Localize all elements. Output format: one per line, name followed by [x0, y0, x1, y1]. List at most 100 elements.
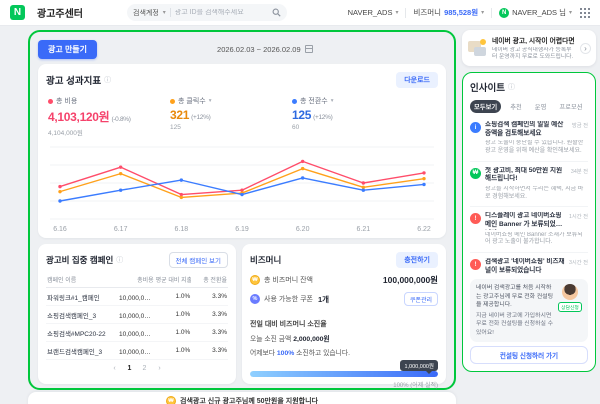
coin-icon: ₩ [250, 275, 260, 285]
consult-banner[interactable]: 네이버 검색광고를 처음 시작하는 광고주님께 무료 전화 컨설팅을 제공합니다… [470, 279, 588, 342]
footer-promo-banner[interactable]: ₩ 검색광고 신규 광고주님께 50만원을 지원합니다 [28, 392, 456, 404]
info-icon[interactable]: ⓘ [508, 82, 515, 92]
account-primary-label: NAVER_ADS [348, 8, 393, 17]
next-banner-button[interactable]: › [580, 43, 591, 54]
progress-tooltip: 1,000,000원 [400, 360, 438, 371]
promo-banner[interactable]: 네이버 광고, 시작이 어렵다면? 네이버 광고 공식대행사가 등록부터 운영까… [462, 30, 596, 66]
metric-label: 총 전환수 [300, 96, 328, 106]
metric-previous-value: 125 [170, 124, 266, 131]
insight-item[interactable]: ! 디스플레이 광고 네이버쇼핑 메인 Banner 가 보류되었습니다 1시간… [470, 207, 588, 253]
tab-all[interactable]: 모두보기 [470, 100, 501, 113]
insights-panel: 인사이트 ⓘ 모두보기 추천 운영 프로모션 i 쇼핑검색 캠페인의 일일 예산… [462, 72, 596, 372]
alert-icon: ! [470, 213, 481, 224]
metric-previous-value: 60 [292, 124, 388, 131]
insight-item[interactable]: ₩ 첫 광고비, 최대 50만원 지원해드립니다! 34분 전 광고를 시작하면… [470, 162, 588, 208]
bizmoney-card: 비즈머니 충전하기 ₩ 총 비즈머니 잔액 100,000,000원 % 사용 … [242, 244, 446, 384]
page-button-1[interactable]: 1 [125, 365, 134, 372]
won-benefit-icon: ₩ [470, 168, 481, 179]
progress-fill [250, 371, 438, 377]
consult-badge: 상담신청 [558, 302, 583, 312]
progress-bar [250, 371, 438, 377]
header-right: NAVER_ADS ▾ 비즈머니 985,528원 ▾ N NAVER_ADS … [348, 7, 590, 18]
campaign-title: 광고비 집중 캠페인 [46, 254, 113, 266]
metric-label: 총 비용 [56, 96, 77, 106]
app-launcher-icon[interactable] [579, 7, 590, 18]
view-all-campaigns-button[interactable]: 전체 캠페인 보기 [169, 252, 228, 268]
coupon-row: % 사용 가능한 쿠폰 1개 쿠폰관리 [250, 292, 438, 306]
metric-select-dropdown[interactable]: ▾ [331, 98, 334, 104]
svg-text:6.21: 6.21 [357, 226, 371, 233]
prev-page-button[interactable]: ‹ [110, 365, 119, 372]
tab-recommend[interactable]: 추천 [506, 100, 526, 113]
metric-total-cost: 총 비용 4,103,120원(-0.8%) 4,104,000원 [48, 96, 144, 137]
megaphone-icon: i [470, 122, 481, 133]
cost-series-dot [48, 99, 53, 104]
promo-desc: 네이버 광고 공식대행사가 등록부터 운영까지 무료로 도와드립니다. [492, 47, 575, 61]
profile-dropdown[interactable]: N NAVER_ADS 님 ▾ [499, 7, 572, 18]
metric-value: 125 [292, 108, 311, 122]
timestamp: 1시간 전 [569, 212, 588, 229]
clicks-series-dot [170, 99, 175, 104]
insights-tabs: 모두보기 추천 운영 프로모션 [470, 100, 588, 113]
table-row[interactable]: 쇼핑검색#MPC20-2210,000,000원 1.0%3.3% [46, 324, 228, 342]
promo-title: 네이버 광고, 시작이 어렵다면? [492, 35, 575, 45]
charge-button[interactable]: 충전하기 [396, 252, 438, 268]
performance-chart-wrap: 6.166.176.186.196.206.216.22 [46, 141, 438, 240]
insights-feed: i 쇼핑검색 캠페인의 일일 예산 증액을 검토해보세요 방금 전 광고 노출이… [470, 116, 588, 276]
balance-value: 100,000,000원 [383, 274, 438, 286]
metric-change: (+12%) [313, 114, 332, 121]
compare-percent: 100% [277, 350, 294, 357]
performance-title: 광고 성과지표 [46, 73, 101, 87]
consult-cta-button[interactable]: 컨설팅 신청하러 가기 [470, 346, 588, 364]
tab-operation[interactable]: 운영 [531, 100, 551, 113]
date-range-label: 2026.02.03 ~ 2026.02.09 [217, 45, 301, 54]
insight-item[interactable]: ! 검색광고 '네이버쇼핑' 비즈채널이 보류되었습니다 3시간 전 광고 노출… [470, 253, 588, 276]
dashboard-highlight-area: 광고 만들기 2026.02.03 ~ 2026.02.09 광고 성과지표 ⓘ… [28, 30, 456, 390]
performance-line-chart: 6.166.176.186.196.206.216.22 [46, 141, 438, 235]
campaign-table-header: 캠페인 이름 총비용 평균 대비 지출 총 전환율 [46, 273, 228, 288]
metric-label: 총 클릭수 [178, 96, 206, 106]
naver-logo[interactable]: N [10, 5, 25, 20]
search-scope-dropdown[interactable]: 검색계정 [133, 8, 159, 18]
table-row[interactable]: 쇼핑검색캠페인_310,000,000원 1.0%3.3% [46, 306, 228, 324]
account-switcher[interactable]: NAVER_ADS ▾ [348, 8, 399, 17]
performance-card: 광고 성과지표 ⓘ 다운로드 총 비용 4,103,120원(-0.8%) 4,… [38, 64, 446, 238]
col-vs-average: 평균 대비 지출 [155, 273, 192, 288]
next-page-button[interactable]: › [155, 365, 164, 372]
timestamp: 3시간 전 [569, 258, 588, 275]
col-campaign-name: 캠페인 이름 [46, 273, 118, 288]
global-search[interactable]: 검색계정 ▾ [127, 4, 287, 21]
table-row[interactable]: 파워링크#1_캠페인10,000,000원 1.0%3.3% [46, 288, 228, 306]
page-button-2[interactable]: 2 [140, 365, 149, 372]
promo-text: 네이버 광고, 시작이 어렵다면? 네이버 광고 공식대행사가 등록부터 운영까… [492, 35, 575, 61]
today-spend-line: 오늘 소진 금액 2,000,000원 [250, 333, 438, 343]
insight-item[interactable]: i 쇼핑검색 캠페인의 일일 예산 증액을 검토해보세요 방금 전 광고 노출이… [470, 116, 588, 162]
alert-icon: ! [470, 259, 481, 270]
bizmoney-label: 비즈머니 [413, 7, 441, 18]
balance-row: ₩ 총 비즈머니 잔액 100,000,000원 [250, 274, 438, 286]
conversions-series-dot [292, 99, 297, 104]
svg-text:6.16: 6.16 [53, 226, 67, 233]
search-input[interactable] [175, 9, 268, 16]
info-icon[interactable]: ⓘ [116, 255, 123, 265]
coupon-label: 사용 가능한 쿠폰 [264, 294, 313, 304]
metric-select-dropdown[interactable]: ▾ [209, 98, 212, 104]
info-icon[interactable]: ⓘ [104, 75, 111, 85]
bizmoney-balance: 985,528원 [444, 7, 478, 18]
campaign-card: 광고비 집중 캠페인 ⓘ 전체 캠페인 보기 캠페인 이름 총비용 평균 대비 … [38, 244, 236, 384]
date-range-picker[interactable]: 2026.02.03 ~ 2026.02.09 [217, 45, 313, 54]
bizmoney-balance-dropdown[interactable]: 비즈머니 985,528원 ▾ [413, 7, 484, 18]
manage-coupons-button[interactable]: 쿠폰관리 [404, 292, 438, 306]
divider [170, 8, 171, 17]
download-button[interactable]: 다운로드 [396, 72, 438, 88]
search-icon[interactable] [272, 8, 281, 17]
create-ad-button[interactable]: 광고 만들기 [38, 40, 97, 59]
metric-change: (+12%) [191, 114, 210, 121]
tab-promotion[interactable]: 프로모션 [555, 100, 586, 113]
naver-account-icon: N [499, 8, 509, 18]
performance-card-header: 광고 성과지표 ⓘ 다운로드 [46, 72, 438, 88]
table-row[interactable]: 브랜드검색캠페인_310,000,000원 1.0%3.3% [46, 342, 228, 360]
dashboard-toolbar: 광고 만들기 2026.02.03 ~ 2026.02.09 [38, 40, 446, 58]
svg-text:6.18: 6.18 [175, 226, 189, 233]
top-header: N 광고주센터 검색계정 ▾ NAVER_ADS ▾ 비즈머니 985,528원… [0, 0, 600, 26]
